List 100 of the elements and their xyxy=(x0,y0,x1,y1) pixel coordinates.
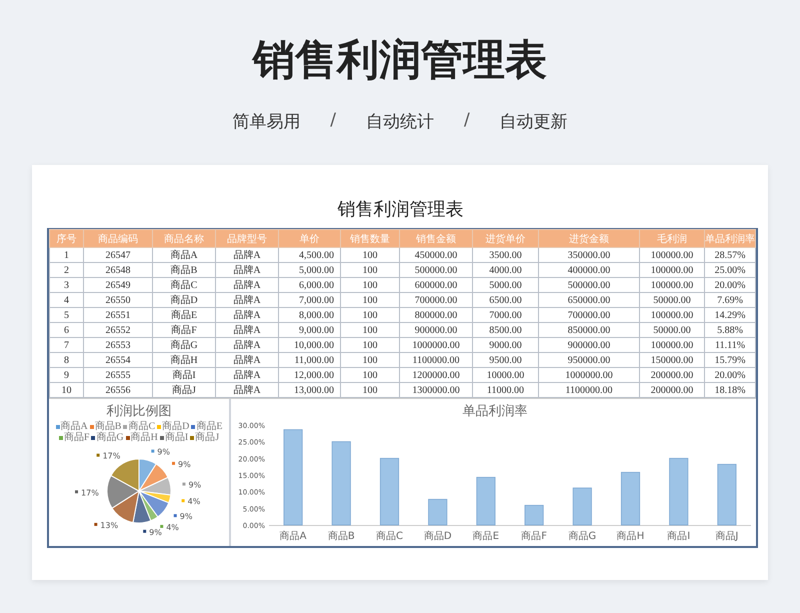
column-header: 商品编码 xyxy=(84,230,152,248)
table-cell: 800000.00 xyxy=(400,308,472,322)
table-cell: 950000.00 xyxy=(538,352,640,368)
data-label: 9% xyxy=(172,460,191,469)
axis-label: 商品A xyxy=(280,531,307,542)
data-label: 4% xyxy=(188,497,201,506)
bar xyxy=(524,504,544,526)
table-cell: 1000000.00 xyxy=(538,368,640,382)
table-cell: 8,000.00 xyxy=(278,308,340,322)
table-cell: 2 xyxy=(50,262,84,278)
table-cell: 650000.00 xyxy=(538,292,640,308)
table-cell: 13,000.00 xyxy=(278,382,340,398)
table-cell: 100 xyxy=(340,338,400,352)
table-cell: 7.69% xyxy=(704,292,756,308)
table-cell: 100 xyxy=(340,278,400,292)
data-label: 9% xyxy=(188,480,202,490)
legend-item: 商品I xyxy=(160,432,188,443)
column-header: 品牌型号 xyxy=(216,230,278,248)
table-cell: 1 xyxy=(50,248,84,262)
table-cell: 50000.00 xyxy=(640,322,704,338)
separator: / xyxy=(464,110,470,132)
table-cell: 18.18% xyxy=(704,382,756,398)
bar xyxy=(717,464,736,526)
table-cell: 品牌A xyxy=(216,262,278,278)
table-cell: 8 xyxy=(50,352,84,368)
data-label: 9% xyxy=(174,512,192,522)
data-label: 9% xyxy=(143,528,162,537)
table-cell: 450000.00 xyxy=(400,248,472,262)
table-cell: 14.29% xyxy=(704,308,756,322)
table-cell: 20.00% xyxy=(704,278,756,292)
table-cell: 11.11% xyxy=(704,338,756,352)
bar xyxy=(572,488,592,526)
bar xyxy=(620,472,640,526)
column-header: 序号 xyxy=(50,230,84,248)
data-label: 13% xyxy=(100,520,118,530)
table-cell: 1100000.00 xyxy=(538,382,640,398)
table-cell: 25.00% xyxy=(704,262,756,278)
data-label: 9% xyxy=(151,448,170,457)
data-label: 9% xyxy=(178,460,192,469)
table-cell: 900000.00 xyxy=(538,338,640,352)
table-cell: 200000.00 xyxy=(640,368,704,382)
separator: / xyxy=(330,110,336,132)
table-cell: 5,000.00 xyxy=(278,262,340,278)
column-header: 单品利润率 xyxy=(704,230,756,248)
table-cell: 100000.00 xyxy=(640,338,704,352)
table-cell: 100 xyxy=(340,322,400,338)
table-cell: 100000.00 xyxy=(640,262,704,278)
data-label: 4% xyxy=(166,522,180,532)
table-cell: 100 xyxy=(340,262,400,278)
sheet-title: 销售利润管理表 xyxy=(336,198,464,221)
table-cell: 26552 xyxy=(84,322,152,338)
axis-label: 商品B xyxy=(328,531,355,542)
table-cell: 商品B xyxy=(152,262,216,278)
data-label: 4% xyxy=(182,497,200,506)
table-cell: 7,000.00 xyxy=(278,292,340,308)
legend-item: 商品J xyxy=(190,432,220,443)
table-cell: 15.79% xyxy=(704,352,756,368)
table-cell: 100 xyxy=(340,292,400,308)
axis-label: 商品J xyxy=(715,531,738,542)
data-label: 9% xyxy=(182,480,202,490)
table-cell: 商品A xyxy=(152,248,216,262)
table-cell: 500000.00 xyxy=(400,262,472,278)
column-header: 单价 xyxy=(278,230,340,248)
table-cell: 商品F xyxy=(152,322,216,338)
feature-label: 简单易用 xyxy=(232,111,300,133)
data-label: 9% xyxy=(157,448,170,457)
feature-label: 自动统计 xyxy=(366,111,434,133)
table-cell: 26549 xyxy=(84,278,152,292)
legend-item: 商品B xyxy=(90,421,122,432)
table-cell: 100 xyxy=(340,248,400,262)
table-cell: 900000.00 xyxy=(400,322,472,338)
data-label: 4% xyxy=(160,522,179,532)
page-title: 销售利润管理表 xyxy=(253,34,547,86)
table-cell: 600000.00 xyxy=(400,278,472,292)
table-cell: 1100000.00 xyxy=(400,352,472,368)
table-cell: 700000.00 xyxy=(400,292,472,308)
column-header: 销售数量 xyxy=(340,230,400,248)
table-cell: 10000.00 xyxy=(472,368,538,382)
column-header: 毛利润 xyxy=(640,230,704,248)
table-cell: 品牌A xyxy=(216,248,278,262)
table-cell: 品牌A xyxy=(216,382,278,398)
legend-item: 商品E xyxy=(191,421,222,432)
bar xyxy=(380,458,400,526)
table-cell: 5.88% xyxy=(704,322,756,338)
axis-label: 商品G xyxy=(568,531,596,542)
bar xyxy=(428,498,448,526)
table-cell: 9,000.00 xyxy=(278,322,340,338)
table-cell: 500000.00 xyxy=(538,278,640,292)
table-cell: 商品H xyxy=(152,352,216,368)
column-header: 进货金额 xyxy=(538,230,640,248)
table-cell: 26550 xyxy=(84,292,152,308)
table-cell: 50000.00 xyxy=(640,292,704,308)
column-header: 销售金额 xyxy=(400,230,472,248)
table-cell: 200000.00 xyxy=(640,382,704,398)
table-cell: 150000.00 xyxy=(640,352,704,368)
table-cell: 100000.00 xyxy=(640,308,704,322)
feature-label: 自动更新 xyxy=(500,111,568,133)
table-cell: 26547 xyxy=(84,248,152,262)
table-cell: 品牌A xyxy=(216,278,278,292)
table-cell: 7 xyxy=(50,338,84,352)
